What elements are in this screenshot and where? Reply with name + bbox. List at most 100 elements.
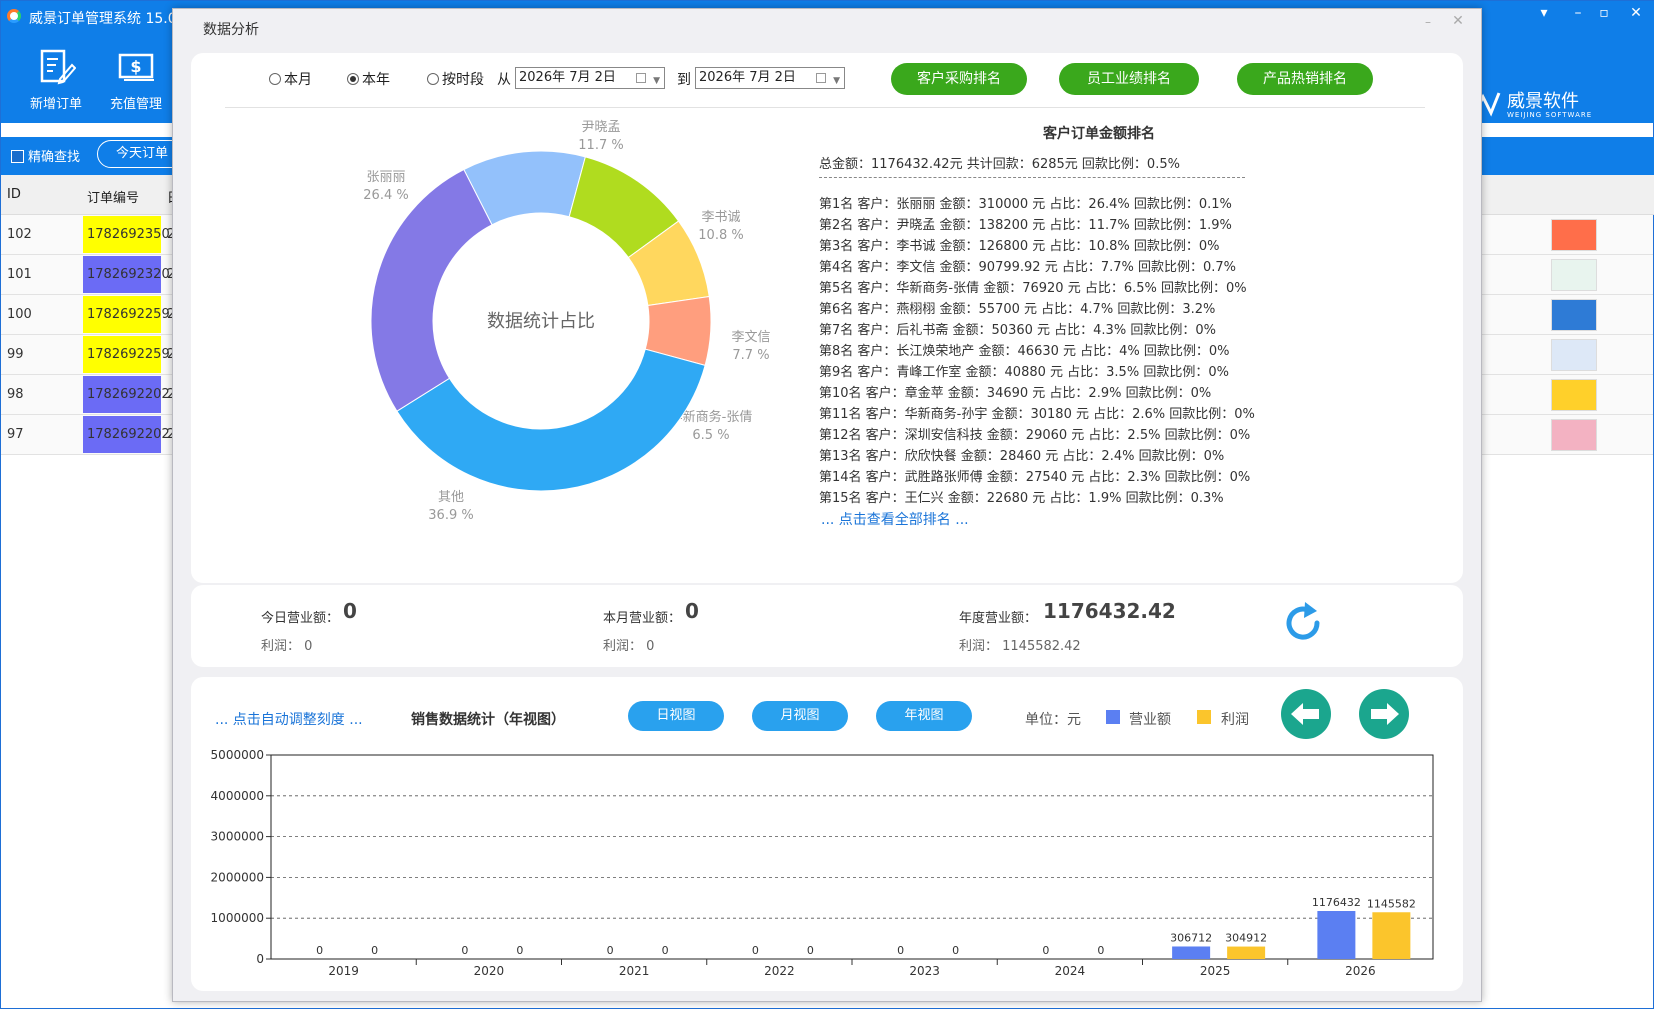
ranking-item: 第4名 客户：李文信 金额：90799.92 元 占比：7.7% 回款比例：0.… xyxy=(819,260,1237,275)
product-thumbnail-image xyxy=(1551,219,1597,251)
cell-id: 101 xyxy=(7,267,32,282)
x-tick-label: 2020 xyxy=(474,964,505,978)
radio-this-year[interactable]: 本年 xyxy=(347,69,390,89)
next-button[interactable] xyxy=(1359,689,1409,739)
product-thumbnail-image xyxy=(1551,299,1597,331)
legend-revenue-swatch xyxy=(1106,710,1120,724)
slice-name-label: 李书诚 xyxy=(701,210,740,225)
maximize-button[interactable]: ▫ xyxy=(1587,1,1621,27)
ranking-item: 第14名 客户：武胜路张师傅 金额：27540 元 占比：2.3% 回款比例：0… xyxy=(819,470,1251,485)
bar-value-label: 304912 xyxy=(1225,932,1267,945)
cell-order-no: 1782692350 xyxy=(83,216,170,253)
to-date-picker[interactable]: 2026年 7月 2日 ▼ xyxy=(695,67,845,89)
cell-order-no: 1782692202 xyxy=(83,376,170,413)
year-profit: 利润： 1145582.42 xyxy=(959,639,1081,654)
bar-value-label: 0 xyxy=(807,944,814,957)
radio-this-month[interactable]: 本月 xyxy=(269,69,312,89)
table-row-thumbnail[interactable] xyxy=(1481,335,1653,375)
recharge-button[interactable]: $ 充值管理 xyxy=(101,43,171,119)
brand-subtitle: WEIJING SOFTWARE xyxy=(1507,111,1593,119)
ranking-item: 第11名 客户：华新商务-孙宇 金额：30180 元 占比：2.6% 回款比例：… xyxy=(819,407,1255,422)
product-thumbnail-image xyxy=(1551,419,1597,451)
table-row-thumbnail[interactable] xyxy=(1481,215,1653,255)
exact-search-checkbox[interactable]: 精确查找 xyxy=(11,146,80,165)
table-row-thumbnail[interactable] xyxy=(1481,295,1653,335)
table-row[interactable]: 9817826922022 xyxy=(1,375,175,415)
customer-rank-button[interactable]: 客户采购排名 xyxy=(891,63,1027,95)
arrow-left-icon xyxy=(1291,703,1319,725)
table-row-thumbnail[interactable] xyxy=(1481,375,1653,415)
table-row[interactable]: 9717826922022 xyxy=(1,415,175,455)
ranking-item: 第10名 客户：章金苹 金额：34690 元 占比：2.9% 回款比例：0% xyxy=(819,386,1212,401)
revenue-bar[interactable] xyxy=(1317,911,1356,959)
new-order-button[interactable]: 新增订单 xyxy=(21,43,91,119)
x-tick-label: 2019 xyxy=(328,964,359,978)
auto-scale-link[interactable]: ... 点击自动调整刻度 ... xyxy=(215,709,363,729)
app-logo-icon xyxy=(7,9,21,23)
cell-order-no: 1782692259 xyxy=(83,296,170,333)
prev-button[interactable] xyxy=(1281,689,1331,739)
slice-name-label: 尹晓孟 xyxy=(581,120,620,135)
slice-percent-label: 6.5 % xyxy=(692,428,729,443)
revenue-bar[interactable] xyxy=(1172,946,1211,959)
brand-name: 威景软件 xyxy=(1507,91,1579,112)
slice-percent-label: 7.7 % xyxy=(732,348,769,363)
recharge-label: 充值管理 xyxy=(109,97,162,112)
day-view-button[interactable]: 日视图 xyxy=(628,701,724,731)
table-row[interactable]: 9917826922592 xyxy=(1,335,175,375)
dialog-title: 数据分析 xyxy=(203,22,259,38)
radio-this-year-label: 本年 xyxy=(362,72,390,88)
staff-rank-button[interactable]: 员工业绩排名 xyxy=(1059,63,1199,95)
col-id-header[interactable]: ID xyxy=(7,187,21,202)
y-tick-label: 0 xyxy=(256,952,264,966)
profit-bar[interactable] xyxy=(1372,912,1411,959)
donut-slice[interactable] xyxy=(370,168,493,412)
month-profit: 利润： 0 xyxy=(603,639,655,654)
radio-by-period[interactable]: 按时段 xyxy=(427,69,484,89)
sales-chart-panel: ... 点击自动调整刻度 ... 销售数据统计（年视图） 日视图 月视图 年视图… xyxy=(191,677,1463,991)
bar-value-label: 0 xyxy=(662,944,669,957)
ranking-item: 第6名 客户：燕栩栩 金额：55700 元 占比：4.7% 回款比例：3.2% xyxy=(819,302,1216,317)
year-view-button[interactable]: 年视图 xyxy=(876,701,972,731)
ranking-item: 第2名 客户：尹晓孟 金额：138200 元 占比：11.7% 回款比例：1.9… xyxy=(819,218,1232,233)
table-row[interactable]: 10017826922592 xyxy=(1,295,175,335)
legend-profit-label: 利润 xyxy=(1221,712,1249,728)
bar-value-label: 0 xyxy=(952,944,959,957)
y-tick-label: 3000000 xyxy=(211,830,264,844)
table-row-thumbnail[interactable] xyxy=(1481,415,1653,455)
cell-id: 100 xyxy=(7,307,32,322)
chevron-down-icon: ▼ xyxy=(653,76,660,86)
dialog-close-button[interactable]: ✕ xyxy=(1447,13,1469,33)
profit-bar[interactable] xyxy=(1227,946,1266,959)
year-revenue-label: 年度营业额： xyxy=(959,611,1038,626)
from-date-picker[interactable]: 2026年 7月 2日 ▼ xyxy=(515,67,665,89)
radio-dot xyxy=(427,73,439,85)
ranking-item: 第13名 客户：欣欣快餐 金额：28460 元 占比：2.4% 回款比例：0% xyxy=(819,449,1225,464)
table-row[interactable]: 10117826923202 xyxy=(1,255,175,295)
checkbox-box xyxy=(11,150,24,163)
ranking-item: 第8名 客户：长江焕荣地产 金额：46630 元 占比：4% 回款比例：0% xyxy=(819,344,1230,359)
ranking-summary: 总金额：1176432.42元 共计回款：6285元 回款比例：0.5% xyxy=(819,157,1180,172)
menu-icon[interactable]: ▾ xyxy=(1527,1,1561,27)
calendar-icon xyxy=(816,73,826,83)
dialog-minimize-button[interactable]: – xyxy=(1417,15,1439,35)
sales-chart-title: 销售数据统计（年视图） xyxy=(411,712,565,728)
close-button[interactable]: ✕ xyxy=(1619,1,1653,27)
product-rank-button[interactable]: 产品热销排名 xyxy=(1237,63,1373,95)
bar-value-label: 0 xyxy=(316,944,323,957)
bar-value-label: 1145582 xyxy=(1367,897,1416,910)
x-tick-label: 2024 xyxy=(1055,964,1086,978)
year-revenue-value: 1176432.42 xyxy=(1043,599,1176,623)
refresh-icon[interactable] xyxy=(1281,601,1325,645)
bar-value-label: 0 xyxy=(1097,944,1104,957)
unit-label: 单位：元 xyxy=(1025,712,1081,728)
table-row-thumbnail[interactable] xyxy=(1481,255,1653,295)
table-row[interactable]: 10217826923502 xyxy=(1,215,175,255)
col-order-no-header[interactable]: 订单编号 xyxy=(87,187,139,206)
bar-value-label: 0 xyxy=(1042,944,1049,957)
ranking-item: 第5名 客户：华新商务-张倩 金额：76920 元 占比：6.5% 回款比例：0… xyxy=(819,281,1247,296)
view-all-ranking-link[interactable]: ... 点击查看全部排名 ... xyxy=(821,509,969,529)
month-view-button[interactable]: 月视图 xyxy=(752,701,848,731)
today-revenue-label: 今日营业额： xyxy=(261,611,340,626)
bar-value-label: 0 xyxy=(371,944,378,957)
